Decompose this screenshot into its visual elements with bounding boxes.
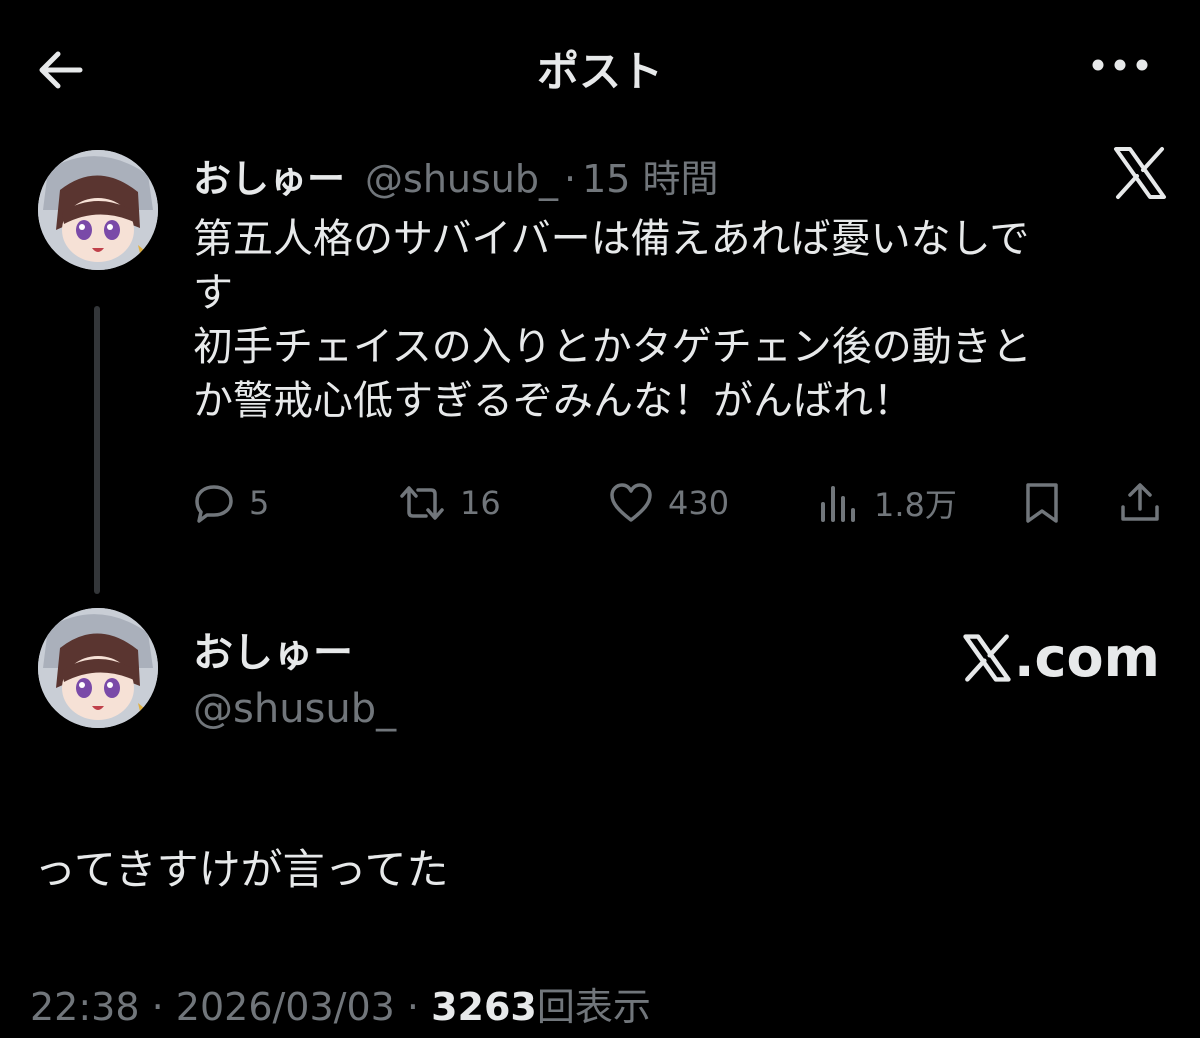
x-logo-icon bbox=[1112, 145, 1172, 205]
tweet-text-line: か警戒心低すぎるぞみんな！がんばれ！ bbox=[193, 378, 913, 424]
bookmark-button[interactable] bbox=[1022, 478, 1062, 528]
tweet-text-line: 第五人格のサバイバーは備えあれば憂いなしで bbox=[193, 216, 1030, 262]
thread-line bbox=[94, 306, 100, 594]
tweet-text: 第五人格のサバイバーは備えあれば憂いなしで す 初手チェイスの入りとかタゲチェン… bbox=[193, 212, 1153, 428]
heart-icon bbox=[610, 483, 652, 522]
share-icon bbox=[1121, 483, 1159, 521]
like-count: 430 bbox=[668, 484, 730, 522]
like-button[interactable]: 430 bbox=[608, 478, 729, 528]
retweet-button[interactable]: 16 bbox=[398, 478, 501, 528]
retweet-count: 16 bbox=[460, 484, 501, 522]
caption-text: ってきすけが言ってた bbox=[34, 845, 449, 894]
tweet-text-line: す bbox=[193, 270, 233, 316]
brand-text: .com bbox=[1014, 626, 1160, 689]
avatar[interactable] bbox=[38, 608, 158, 728]
display-name[interactable]: おしゅー bbox=[193, 148, 345, 203]
timestamp[interactable]: 15 時間 bbox=[582, 148, 718, 203]
more-button[interactable] bbox=[1080, 40, 1160, 90]
avatar[interactable] bbox=[38, 150, 158, 270]
more-horizontal-icon bbox=[1092, 59, 1148, 71]
reply-count: 5 bbox=[249, 484, 270, 522]
views-label: 回表示 bbox=[536, 985, 651, 1029]
share-button[interactable] bbox=[1118, 478, 1162, 528]
separator: · bbox=[406, 985, 420, 1029]
view-count: 1.8万 bbox=[874, 486, 957, 524]
post-meta: 22:38 · 2026/03/03 · 3263回表示 bbox=[30, 976, 651, 1031]
post-time: 22:38 bbox=[30, 985, 140, 1029]
views-button[interactable]: 1.8万 bbox=[818, 478, 957, 528]
tweet-header: おしゅー @shusub_ · 15 時間 bbox=[193, 148, 719, 203]
x-com-logo: .com bbox=[962, 626, 1160, 689]
card-handle[interactable]: @shusub_ bbox=[193, 686, 396, 732]
card-display-name[interactable]: おしゅー bbox=[193, 620, 353, 678]
retweet-icon bbox=[400, 486, 444, 520]
post-date: 2026/03/03 bbox=[175, 985, 395, 1029]
reply-icon bbox=[195, 485, 233, 523]
analytics-icon bbox=[821, 486, 855, 522]
x-logo-icon bbox=[963, 633, 1011, 682]
tweet-text-line: 初手チェイスの入りとかタゲチェン後の動きと bbox=[193, 324, 1032, 370]
page-title: ポスト bbox=[536, 47, 663, 96]
bookmark-icon bbox=[1026, 483, 1058, 523]
handle[interactable]: @shusub_ bbox=[365, 157, 558, 201]
separator: · bbox=[151, 985, 164, 1029]
reply-button[interactable]: 5 bbox=[193, 478, 269, 528]
views-count: 3263 bbox=[431, 985, 537, 1029]
separator: · bbox=[563, 157, 577, 201]
